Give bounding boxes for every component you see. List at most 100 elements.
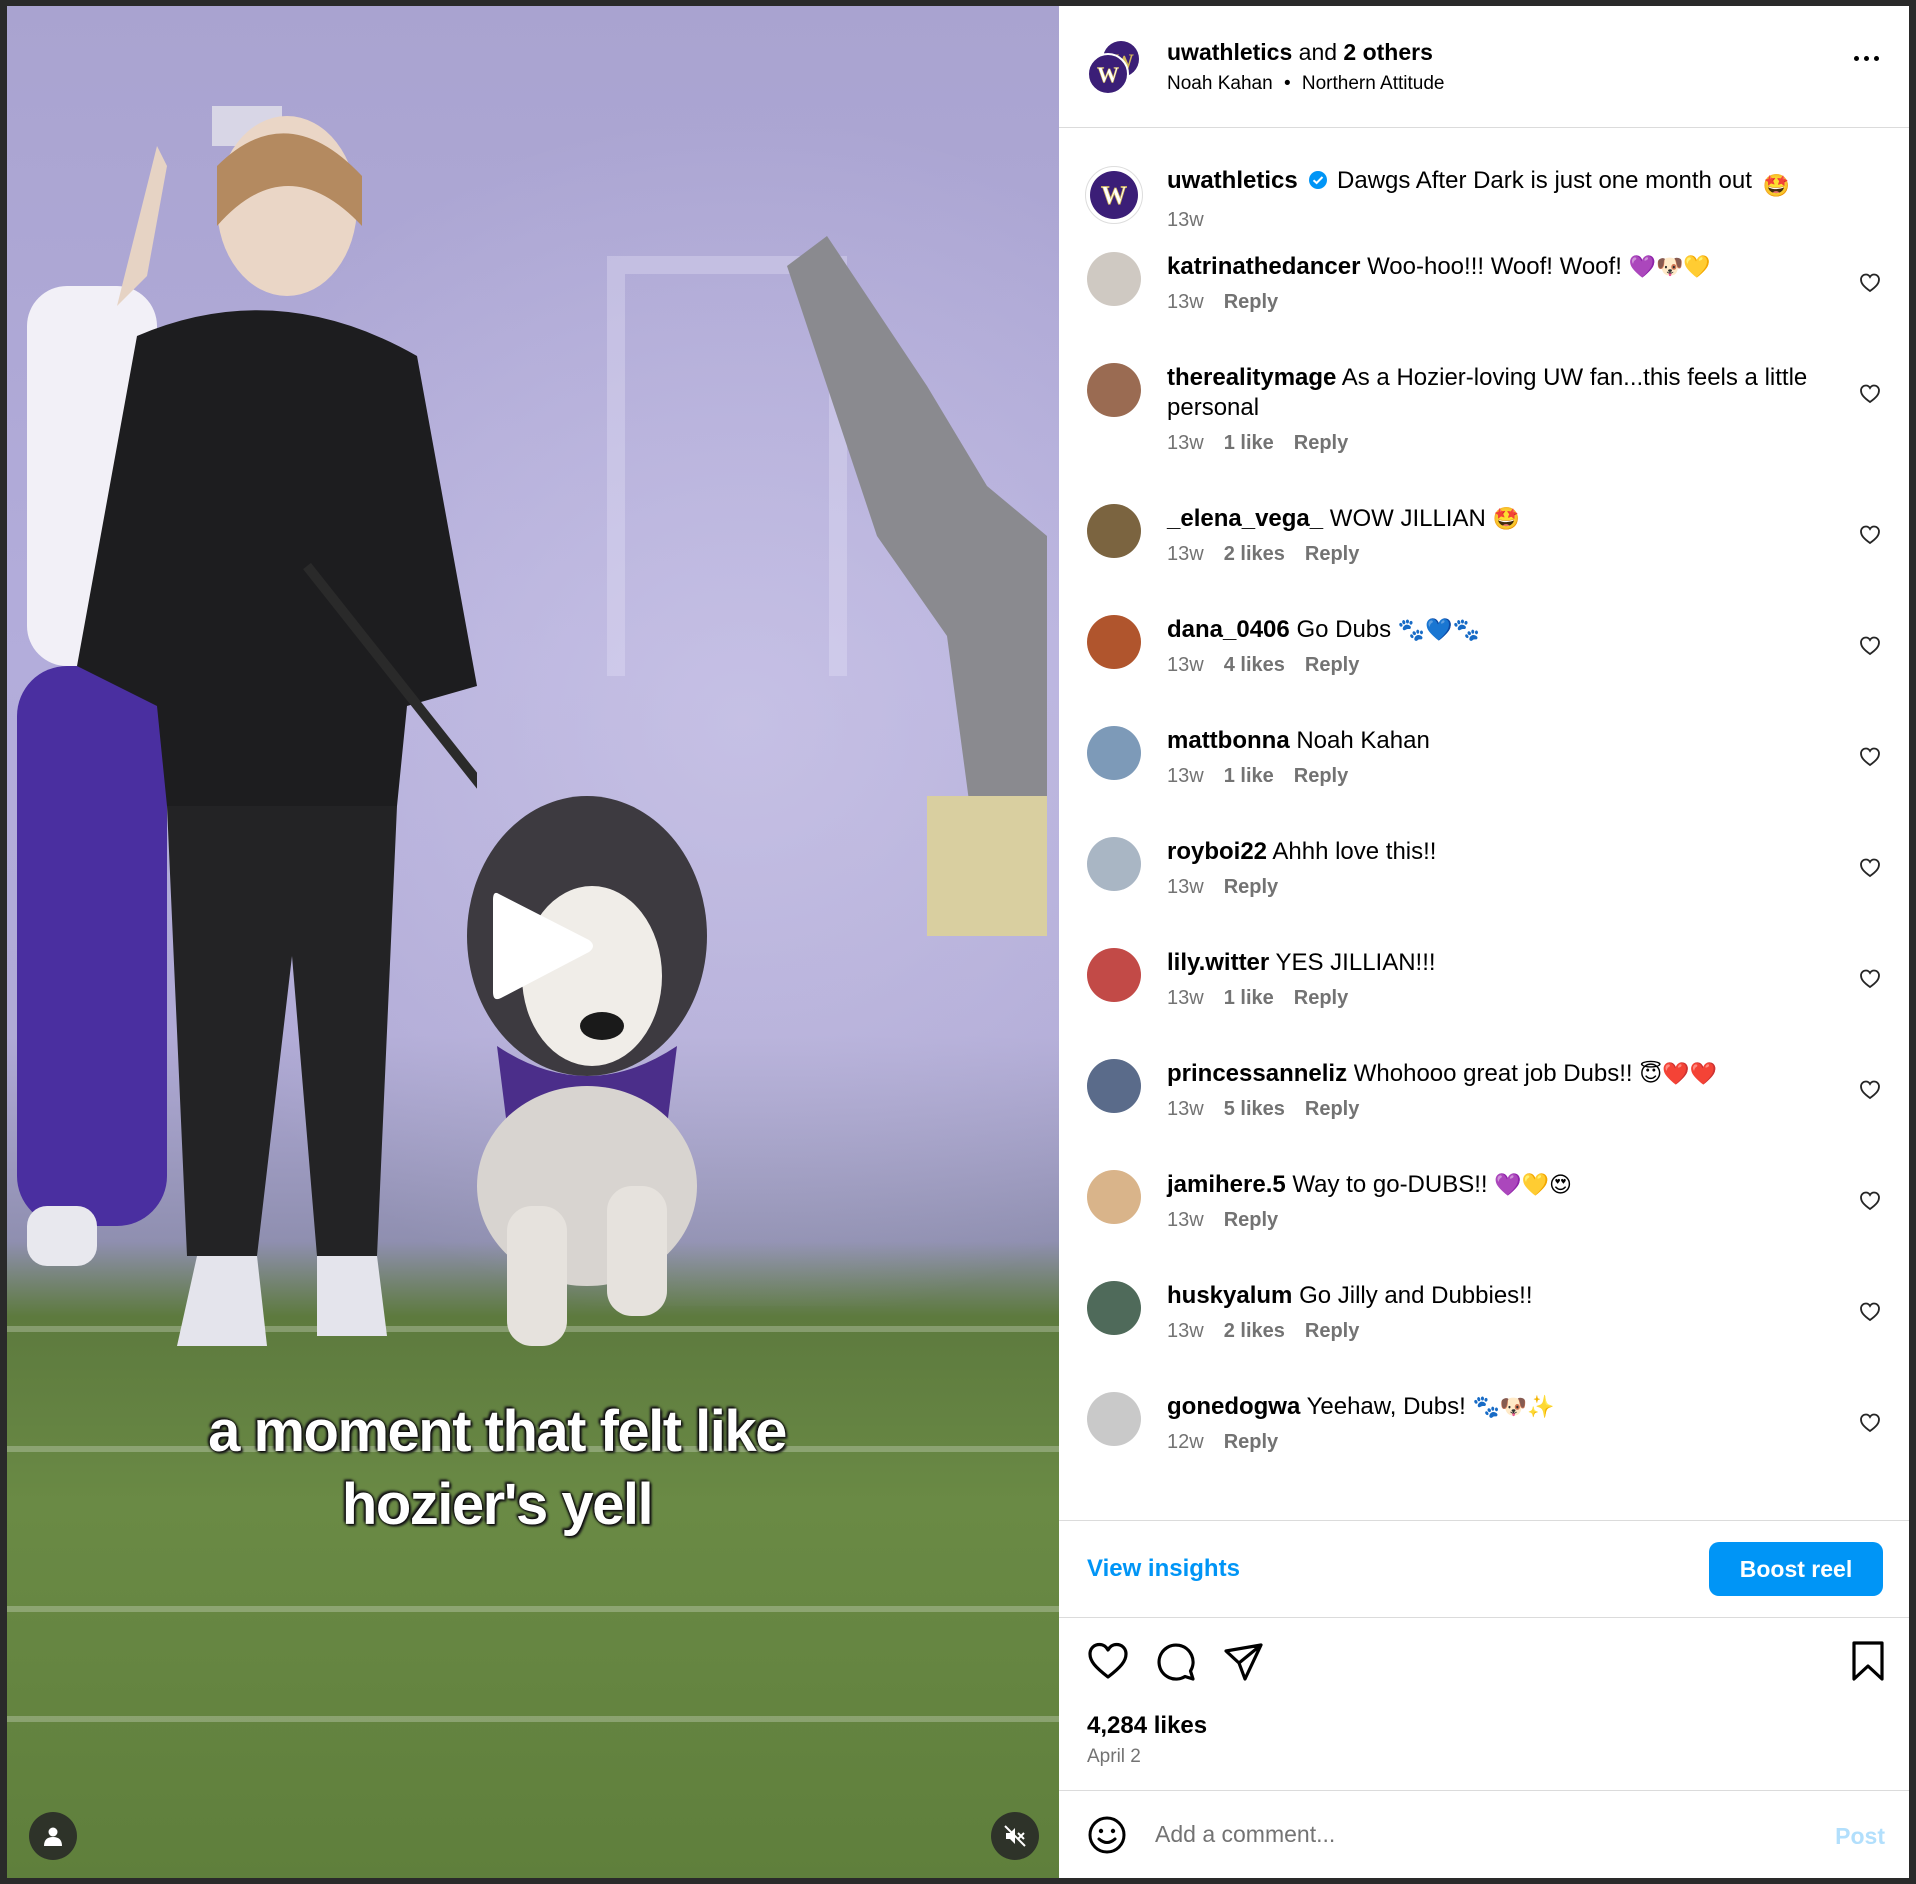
comment-likes[interactable]: 4 likes — [1224, 654, 1285, 676]
comment-username[interactable]: katrinathedancer — [1167, 253, 1360, 280]
avatar[interactable] — [1087, 615, 1141, 669]
comment-like-heart-icon[interactable] — [1859, 524, 1881, 546]
likes-count[interactable]: 4,284 likes — [1087, 1712, 1207, 1740]
comment-likes[interactable]: 2 likes — [1224, 543, 1285, 565]
reply-button[interactable]: Reply — [1294, 987, 1348, 1009]
handler-figure — [77, 106, 477, 1346]
comment-emoji: 💜🐶💛 — [1628, 254, 1711, 279]
avatar[interactable] — [1087, 837, 1141, 891]
artist-name[interactable]: Noah Kahan — [1167, 73, 1273, 94]
others-link[interactable]: 2 others — [1343, 39, 1432, 65]
reply-button[interactable]: Reply — [1224, 291, 1278, 313]
comment-time[interactable]: 13w — [1167, 876, 1204, 898]
avatar[interactable] — [1087, 504, 1141, 558]
comment-like-heart-icon[interactable] — [1859, 746, 1881, 768]
caption-username[interactable]: uwathletics — [1167, 167, 1298, 194]
comment-username[interactable]: _elena_vega_ — [1167, 505, 1323, 532]
avatar[interactable]: W — [1085, 166, 1143, 224]
view-insights-link[interactable]: View insights — [1087, 1555, 1240, 1583]
muted-speaker-icon — [1004, 1825, 1026, 1847]
heart-icon[interactable] — [1087, 1641, 1129, 1683]
reply-button[interactable]: Reply — [1305, 1320, 1359, 1342]
comment-like-heart-icon[interactable] — [1859, 635, 1881, 657]
avatar[interactable] — [1087, 1281, 1141, 1335]
comment-username[interactable]: dana_0406 — [1167, 616, 1290, 643]
comment-username[interactable]: princessanneliz — [1167, 1060, 1347, 1087]
collab-avatars[interactable]: W W — [1087, 38, 1143, 95]
comment-emoji: 💜💛😍 — [1494, 1172, 1572, 1197]
comment-row: therealitymage As a Hozier-loving UW fan… — [1059, 363, 1909, 504]
comments-list[interactable]: W uwathletics Dawgs After Dark is just o… — [1059, 128, 1909, 1520]
collab-line[interactable]: uwathletics and 2 others — [1167, 39, 1444, 66]
avatar[interactable] — [1087, 252, 1141, 306]
audio-line[interactable]: Noah Kahan • Northern Attitude — [1167, 73, 1444, 95]
comment-icon[interactable] — [1155, 1641, 1197, 1683]
comment-emoji: 🐾💙🐾 — [1397, 617, 1481, 642]
comment-time[interactable]: 13w — [1167, 543, 1204, 565]
bookmark-icon[interactable] — [1849, 1640, 1887, 1682]
comment-time[interactable]: 13w — [1167, 1209, 1204, 1231]
avatar[interactable] — [1087, 1170, 1141, 1224]
more-options-icon[interactable] — [1854, 56, 1879, 61]
reply-button[interactable]: Reply — [1305, 543, 1359, 565]
comment-username[interactable]: therealitymage — [1167, 364, 1336, 391]
comment-username[interactable]: royboi22 — [1167, 838, 1267, 865]
comment-input[interactable]: Add a comment... — [1155, 1821, 1335, 1848]
reply-button[interactable]: Reply — [1224, 1431, 1278, 1453]
comment-time[interactable]: 13w — [1167, 432, 1204, 454]
comment-time[interactable]: 13w — [1167, 1320, 1204, 1342]
comment-emoji: 😇❤️❤️ — [1639, 1061, 1717, 1086]
comment-time[interactable]: 13w — [1167, 765, 1204, 787]
comment-row: huskyalum Go Jilly and Dubbies!! 13w 2 lik… — [1059, 1281, 1909, 1392]
comment-username[interactable]: huskyalum — [1167, 1282, 1292, 1309]
audio-toggle-button[interactable] — [991, 1812, 1039, 1860]
comment-like-heart-icon[interactable] — [1859, 272, 1881, 294]
comment-username[interactable]: gonedogwa — [1167, 1393, 1300, 1420]
reply-button[interactable]: Reply — [1305, 1098, 1359, 1120]
avatar[interactable] — [1087, 726, 1141, 780]
reply-button[interactable]: Reply — [1224, 1209, 1278, 1231]
avatar[interactable] — [1087, 1059, 1141, 1113]
account-name[interactable]: uwathletics — [1167, 39, 1292, 65]
comment-likes[interactable]: 1 like — [1224, 987, 1274, 1009]
avatar[interactable] — [1087, 1392, 1141, 1446]
send-icon[interactable] — [1223, 1641, 1265, 1683]
smiley-icon[interactable] — [1087, 1815, 1127, 1855]
comment-text: Noah Kahan — [1296, 727, 1430, 754]
comment-like-heart-icon[interactable] — [1859, 968, 1881, 990]
comment-like-heart-icon[interactable] — [1859, 383, 1881, 405]
caption-time[interactable]: 13w — [1167, 209, 1204, 231]
boost-reel-button[interactable]: Boost reel — [1709, 1542, 1883, 1596]
comment-like-heart-icon[interactable] — [1859, 1079, 1881, 1101]
comment-time[interactable]: 13w — [1167, 987, 1204, 1009]
play-icon[interactable] — [489, 886, 599, 1006]
comment-like-heart-icon[interactable] — [1859, 1301, 1881, 1323]
avatar[interactable] — [1087, 948, 1141, 1002]
comment-username[interactable]: mattbonna — [1167, 727, 1290, 754]
comment-like-heart-icon[interactable] — [1859, 1190, 1881, 1212]
comment-time[interactable]: 13w — [1167, 291, 1204, 313]
post-date[interactable]: April 2 — [1087, 1746, 1141, 1768]
reply-button[interactable]: Reply — [1224, 876, 1278, 898]
comment-likes[interactable]: 5 likes — [1224, 1098, 1285, 1120]
comment-likes[interactable]: 1 like — [1224, 765, 1274, 787]
tagged-users-button[interactable] — [29, 1812, 77, 1860]
comment-likes[interactable]: 1 like — [1224, 432, 1274, 454]
avatar[interactable] — [1087, 363, 1141, 417]
comment-likes[interactable]: 2 likes — [1224, 1320, 1285, 1342]
reel-video[interactable]: a moment that felt like hozier's yell — [7, 6, 1059, 1878]
comment-like-heart-icon[interactable] — [1859, 1412, 1881, 1434]
comment-like-heart-icon[interactable] — [1859, 857, 1881, 879]
song-name[interactable]: Northern Attitude — [1302, 73, 1445, 94]
reply-button[interactable]: Reply — [1294, 765, 1348, 787]
comment-time[interactable]: 12w — [1167, 1431, 1204, 1453]
comment-username[interactable]: jamihere.5 — [1167, 1171, 1286, 1198]
post-button[interactable]: Post — [1835, 1823, 1885, 1850]
comment-username[interactable]: lily.witter — [1167, 949, 1269, 976]
comment-text: Go Dubs — [1296, 616, 1392, 643]
comment-time[interactable]: 13w — [1167, 654, 1204, 676]
reply-button[interactable]: Reply — [1305, 654, 1359, 676]
comment-text: Woo-hoo!!! Woof! Woof! — [1367, 253, 1622, 280]
reply-button[interactable]: Reply — [1294, 432, 1348, 454]
comment-time[interactable]: 13w — [1167, 1098, 1204, 1120]
